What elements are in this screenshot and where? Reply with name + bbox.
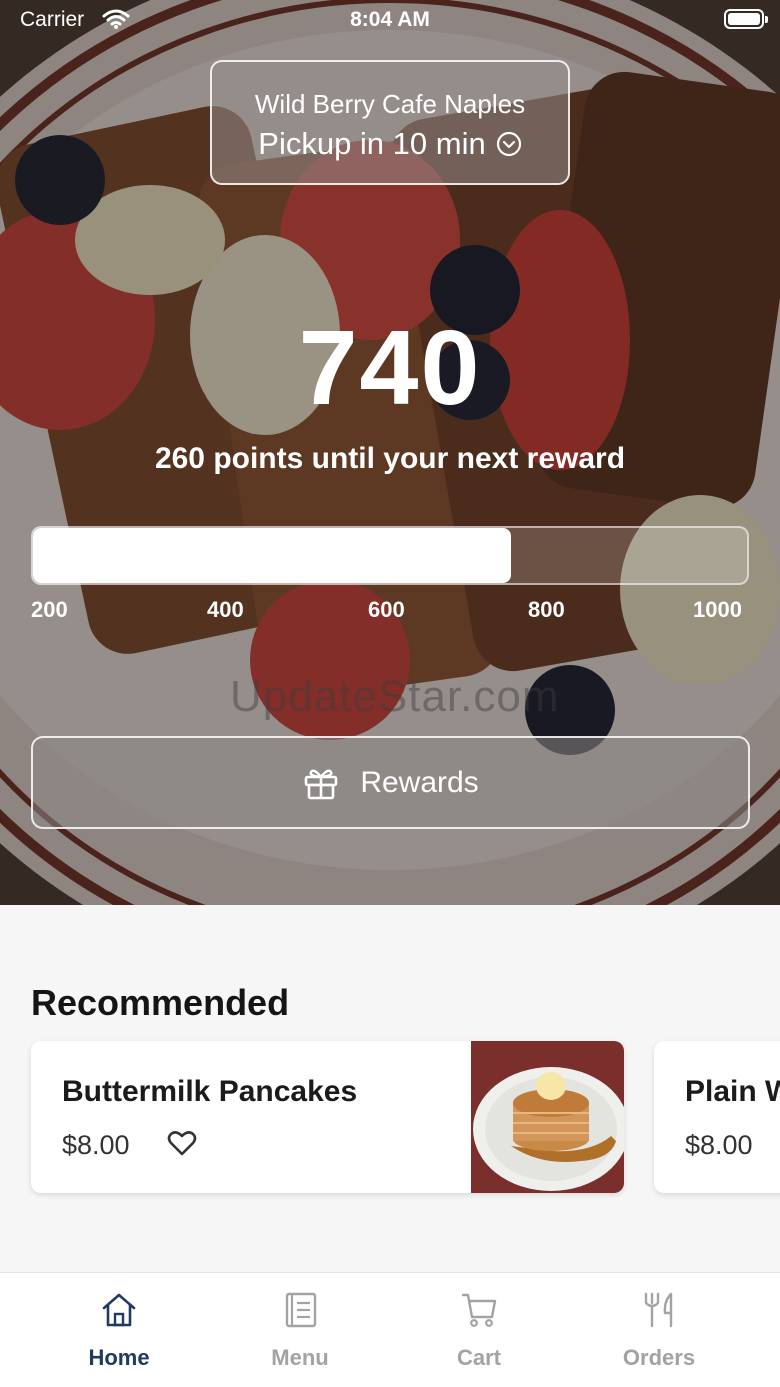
tab-orders[interactable]: Orders bbox=[569, 1273, 749, 1387]
item-name: Plain W bbox=[685, 1075, 780, 1108]
home-icon bbox=[102, 1293, 136, 1327]
chevron-down-circle-icon bbox=[496, 131, 521, 157]
progress-tick-400: 400 bbox=[207, 597, 244, 622]
progress-tick-600: 600 bbox=[368, 597, 405, 622]
rewards-button-label: Rewards bbox=[360, 765, 479, 799]
store-selector-button[interactable]: Wild Berry Cafe Naples Pickup in 10 min bbox=[210, 60, 570, 185]
rewards-button[interactable]: Rewards bbox=[31, 736, 750, 829]
tab-cart[interactable]: Cart bbox=[389, 1273, 569, 1387]
cart-icon bbox=[461, 1293, 497, 1327]
tab-label: Menu bbox=[271, 1345, 329, 1370]
gift-icon bbox=[305, 769, 338, 799]
item-price: $8.00 bbox=[62, 1130, 130, 1160]
recommended-title: Recommended bbox=[31, 982, 290, 1023]
battery-icon bbox=[724, 9, 768, 29]
tab-home[interactable]: Home bbox=[29, 1273, 209, 1387]
progress-tick-200: 200 bbox=[31, 597, 68, 622]
store-name: Wild Berry Cafe Naples bbox=[254, 89, 526, 119]
hero-banner: Carrier 8:04 AM Wild Berry Cafe Naples P… bbox=[0, 0, 780, 905]
watermark: UpdateStar.com bbox=[230, 672, 560, 721]
progress-tick-800: 800 bbox=[528, 597, 565, 622]
tab-label: Cart bbox=[456, 1345, 501, 1370]
recommended-item-card[interactable]: Plain W $8.00 bbox=[654, 1041, 780, 1193]
tab-menu[interactable]: Menu bbox=[210, 1273, 390, 1387]
rewards-progress-fill bbox=[33, 528, 512, 583]
points-balance: 740 bbox=[298, 309, 482, 427]
favorite-heart-icon[interactable] bbox=[167, 1129, 197, 1157]
tab-bar: Home Menu Cart Orders bbox=[0, 1272, 780, 1387]
pickup-time: Pickup in 10 min bbox=[258, 126, 486, 161]
item-price: $8.00 bbox=[685, 1130, 753, 1160]
rewards-progress-bar bbox=[31, 526, 749, 585]
menu-icon bbox=[285, 1292, 317, 1328]
tab-label: Home bbox=[88, 1345, 150, 1370]
pickup-row: Pickup in 10 min bbox=[212, 126, 568, 162]
recommended-item-card[interactable]: Buttermilk Pancakes $8.00 bbox=[31, 1041, 624, 1193]
item-name: Buttermilk Pancakes bbox=[62, 1075, 358, 1108]
utensils-icon bbox=[644, 1292, 673, 1328]
pancakes-photo bbox=[471, 1041, 624, 1193]
progress-tick-1000: 1000 bbox=[693, 597, 742, 622]
points-until-reward: 260 points until your next reward bbox=[154, 442, 626, 475]
clock: 8:04 AM bbox=[350, 8, 430, 31]
tab-label: Orders bbox=[622, 1345, 696, 1370]
status-bar: Carrier 8:04 AM bbox=[0, 0, 780, 40]
